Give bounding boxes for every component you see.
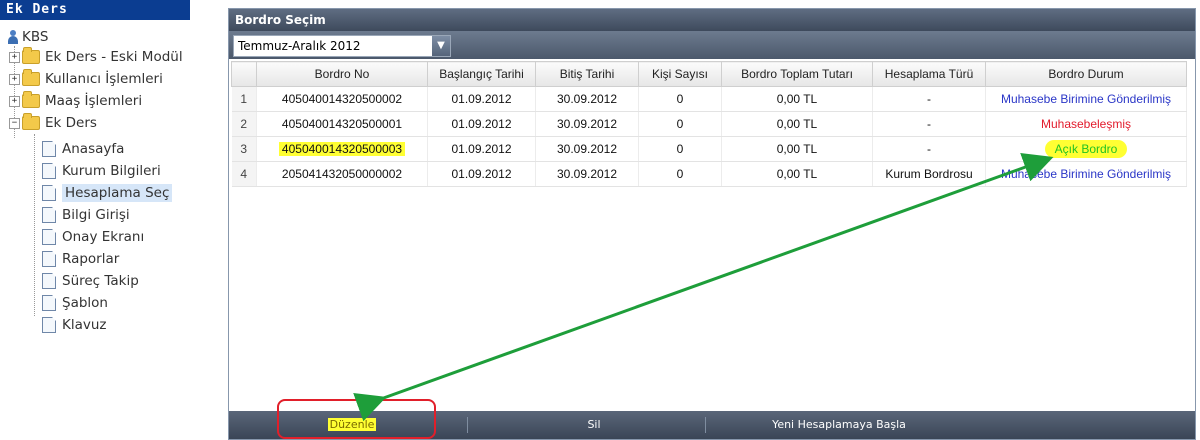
arrow-line (353, 152, 1054, 422)
annotation-double-arrow (353, 152, 1054, 422)
